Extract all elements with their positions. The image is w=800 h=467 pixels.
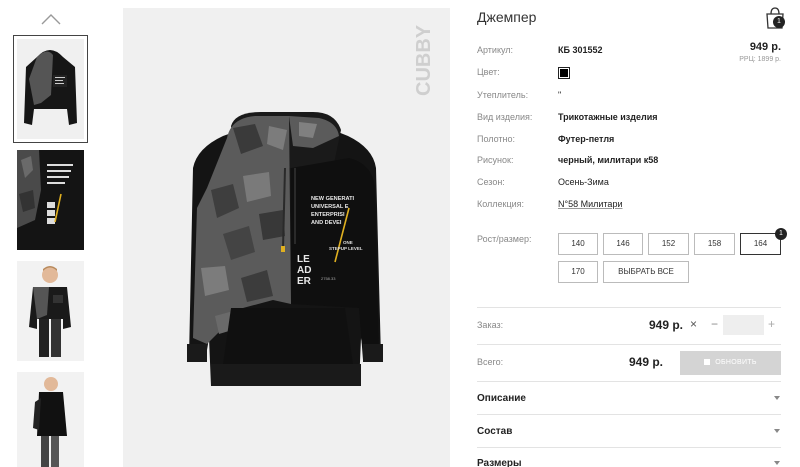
thumbnail-1[interactable] bbox=[13, 35, 88, 143]
product-price: 949 р. bbox=[749, 41, 781, 53]
size-button-146[interactable]: 146 bbox=[603, 233, 643, 255]
cart-count-badge: 1 bbox=[773, 16, 785, 28]
attr-value-insulation: " bbox=[558, 90, 562, 100]
print-line-4: AND DEVEI bbox=[311, 220, 342, 226]
thumbnail-child-side-image bbox=[17, 372, 84, 467]
print-line-2: UNIVERSAL E bbox=[311, 204, 349, 210]
attr-value-article: КБ 301552 bbox=[558, 45, 603, 55]
divider bbox=[477, 344, 781, 345]
recommended-retail-price: РРЦ: 1899 р. bbox=[739, 56, 781, 63]
attr-label-insulation: Утеплитель: bbox=[477, 90, 529, 100]
attr-label-item-type: Вид изделия: bbox=[477, 112, 533, 122]
print-one: ONE bbox=[343, 240, 353, 245]
product-page: NEW GENERATI UNIVERSAL E ENTERPRISI AND … bbox=[0, 0, 800, 467]
chevron-down-icon[interactable] bbox=[774, 429, 780, 433]
accordion-description[interactable]: Описание bbox=[477, 393, 526, 404]
order-price: 949 р. bbox=[649, 318, 684, 332]
divider bbox=[477, 447, 781, 448]
quantity-increase-button[interactable]: + bbox=[768, 317, 775, 331]
attr-label-color: Цвет: bbox=[477, 67, 500, 77]
divider bbox=[477, 414, 781, 415]
size-selected-count-badge: 1 bbox=[775, 228, 787, 240]
attr-label-collection: Коллекция: bbox=[477, 199, 525, 209]
size-button-158[interactable]: 158 bbox=[694, 233, 735, 255]
main-product-image[interactable]: NEW GENERATI UNIVERSAL E ENTERPRISI AND … bbox=[123, 8, 450, 467]
attr-label-article: Артикул: bbox=[477, 45, 514, 55]
attr-value-fabric: Футер-петля bbox=[558, 134, 615, 144]
chevron-up-icon[interactable] bbox=[40, 12, 62, 26]
size-button-152[interactable]: 152 bbox=[648, 233, 689, 255]
quantity-input[interactable] bbox=[723, 315, 764, 335]
update-button-label: ОБНОВИТЬ bbox=[715, 359, 757, 366]
accordion-sizes[interactable]: Размеры bbox=[477, 458, 522, 467]
print-line-3: ENTERPRISI bbox=[311, 212, 345, 218]
product-title: Джемпер bbox=[477, 9, 537, 25]
thumbnail-2[interactable] bbox=[17, 150, 84, 250]
size-button-170[interactable]: 170 bbox=[558, 261, 598, 283]
lock-icon bbox=[704, 359, 711, 365]
print-le: LE bbox=[297, 254, 310, 265]
thumbnail-hoodie-front-image bbox=[24, 50, 77, 125]
accordion-composition[interactable]: Состав bbox=[477, 426, 512, 437]
color-swatch[interactable] bbox=[558, 67, 570, 79]
thumbnail-child-model-image bbox=[17, 261, 84, 361]
order-label: Заказ: bbox=[477, 320, 504, 330]
total-label: Всего: bbox=[477, 357, 504, 367]
thumbnail-print-closeup-image bbox=[17, 150, 84, 250]
print-small: 2758.33 bbox=[321, 276, 336, 281]
total-price: 949 р. bbox=[629, 355, 664, 369]
attr-label-season: Сезон: bbox=[477, 177, 505, 187]
divider bbox=[477, 307, 781, 308]
thumbnail-3[interactable] bbox=[17, 261, 84, 361]
attr-label-fabric: Полотно: bbox=[477, 134, 516, 144]
cubby-brand-logo: CUBBY bbox=[413, 24, 435, 96]
print-stepup: STEPUP LEVEL bbox=[329, 246, 363, 251]
select-all-sizes-button[interactable]: ВЫБРАТЬ ВСЕ bbox=[603, 261, 689, 283]
size-label: Рост/размер: bbox=[477, 234, 532, 244]
collection-link[interactable]: N°58 Милитари bbox=[558, 199, 622, 209]
remove-item-icon[interactable]: × bbox=[690, 317, 697, 331]
hoodie-main-image: NEW GENERATI UNIVERSAL E ENTERPRISI AND … bbox=[187, 112, 383, 386]
attr-value-pattern: черный, милитари к58 bbox=[558, 155, 659, 165]
attr-label-pattern: Рисунок: bbox=[477, 155, 514, 165]
color-swatch-fill bbox=[560, 69, 568, 77]
update-button[interactable]: ОБНОВИТЬ bbox=[680, 351, 781, 375]
quantity-decrease-button[interactable]: − bbox=[711, 317, 718, 331]
thumbnail-4[interactable] bbox=[17, 372, 84, 467]
divider bbox=[477, 381, 781, 382]
print-er: ER bbox=[297, 276, 312, 287]
print-ad: AD bbox=[297, 265, 311, 276]
chevron-down-icon[interactable] bbox=[774, 396, 780, 400]
size-button-140[interactable]: 140 bbox=[558, 233, 598, 255]
attr-value-item-type: Трикотажные изделия bbox=[558, 112, 658, 122]
attr-value-season: Осень-Зима bbox=[558, 177, 609, 187]
chevron-down-icon[interactable] bbox=[774, 461, 780, 465]
print-line-1: NEW GENERATI bbox=[311, 196, 355, 202]
brand-text: CUBBY bbox=[413, 24, 435, 96]
